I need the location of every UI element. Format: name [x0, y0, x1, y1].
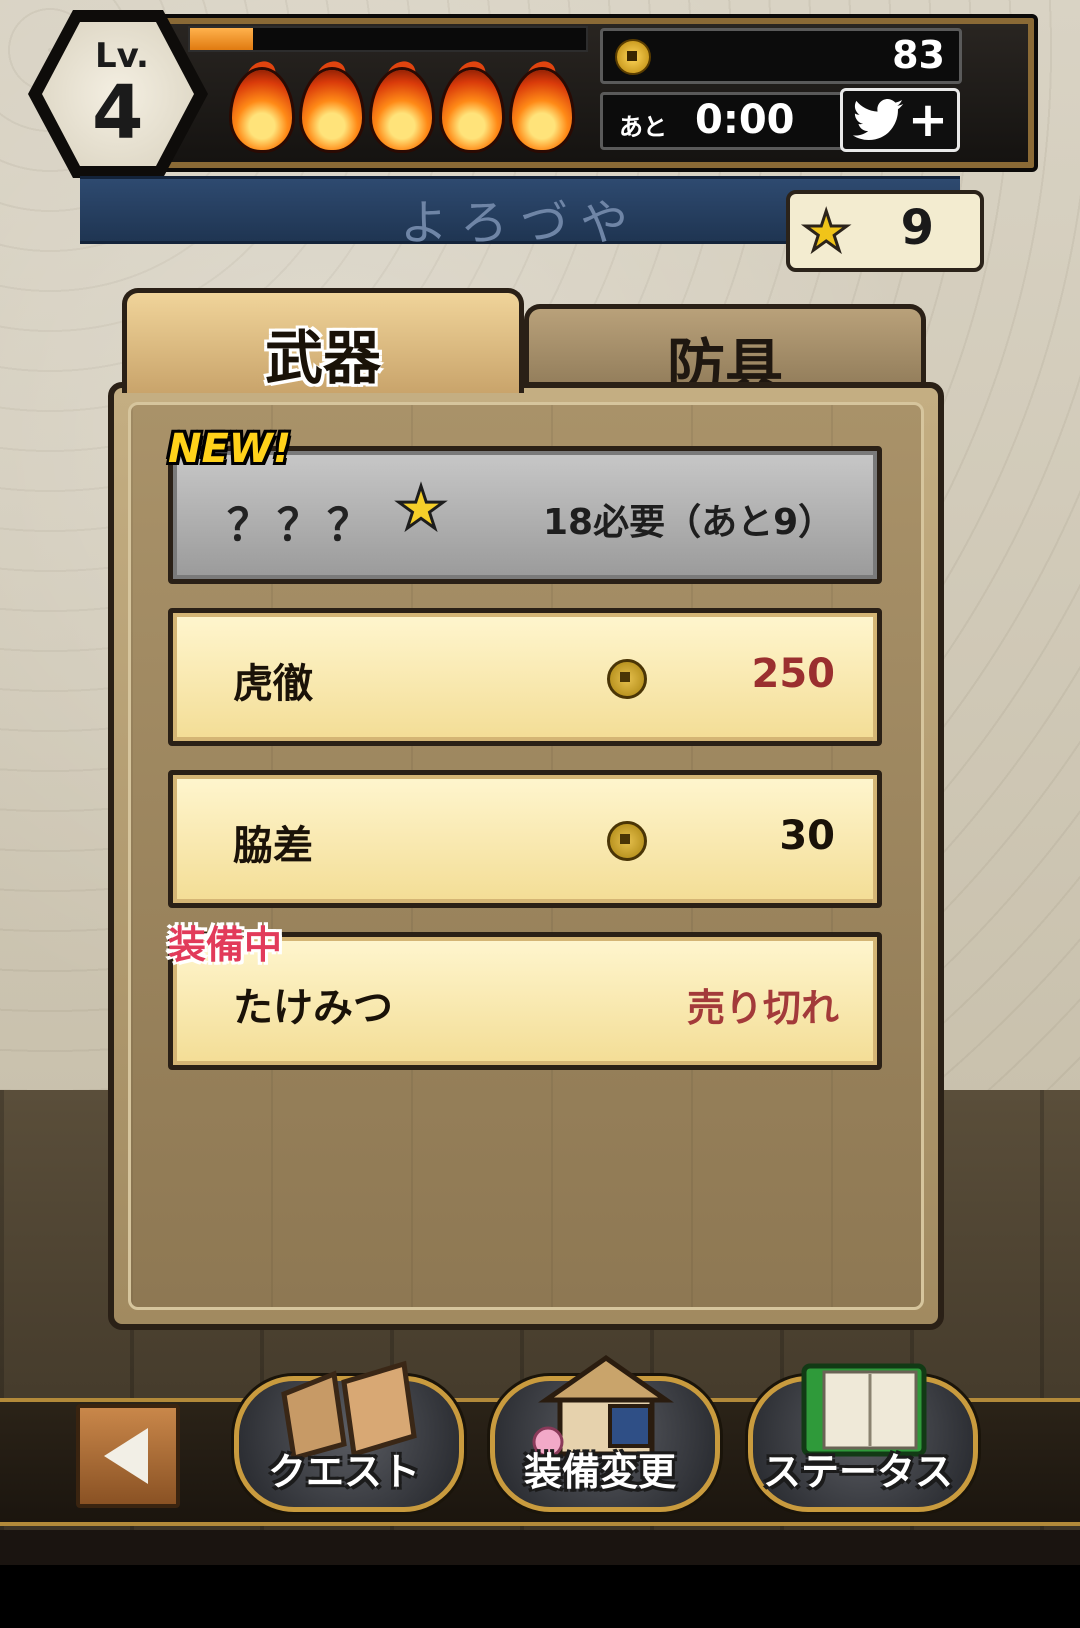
timer-prefix: あと: [619, 113, 667, 141]
stamina-flame-icon: [230, 55, 294, 152]
tab-weapons-label: 武器: [264, 324, 381, 392]
stamina-flame-icon: [370, 55, 434, 152]
tab-armor[interactable]: 防具: [524, 304, 926, 400]
shop-item-wakizashi[interactable]: 脇差 30: [168, 770, 882, 908]
level-value: 4: [92, 70, 144, 156]
sold-out-label: 売り切れ: [686, 986, 839, 1030]
item-price: 30: [779, 813, 835, 859]
change-equipment-button[interactable]: 装備変更: [482, 1350, 720, 1512]
item-name: ？？？: [227, 500, 377, 551]
stamina-flame-icon: [510, 55, 574, 152]
stamina-flames: [230, 55, 574, 152]
twitter-bird-icon: [852, 99, 904, 140]
new-badge: NEW!: [168, 426, 292, 472]
stamina-timer: あと 0:00: [600, 92, 846, 150]
equipped-badge: 装備中: [168, 923, 283, 967]
quest-button-label: クエスト: [267, 1450, 420, 1494]
star-icon: ★: [800, 199, 851, 265]
coin-icon: [615, 39, 651, 75]
coin-icon: [607, 821, 647, 861]
stamina-flame-icon: [300, 55, 364, 152]
stamina-flame-icon: [440, 55, 504, 152]
item-name: 脇差: [233, 823, 313, 869]
star-icon: ★: [394, 474, 449, 542]
shop-item-kotetsu[interactable]: 虎徹 250: [168, 608, 882, 746]
coin-icon: [607, 659, 647, 699]
bottom-black-bar: [0, 1565, 1080, 1628]
star-counter: ★ 9: [786, 190, 984, 272]
star-count-value: 9: [900, 200, 934, 256]
change-equipment-button-label: 装備変更: [523, 1450, 676, 1494]
coin-value: 83: [892, 33, 945, 77]
status-button[interactable]: ステータス: [740, 1350, 978, 1512]
twitter-share-button[interactable]: +: [840, 88, 960, 152]
timer-value: 0:00: [695, 97, 795, 143]
experience-bar-fill: [190, 28, 254, 50]
back-button[interactable]: [76, 1404, 180, 1508]
experience-bar: [188, 26, 588, 52]
item-name: 虎徹: [233, 661, 313, 707]
status-button-label: ステータス: [762, 1450, 953, 1494]
quest-button[interactable]: クエスト: [226, 1350, 464, 1512]
star-requirement: 18必要（あと9）: [543, 502, 835, 543]
tab-weapons[interactable]: 武器: [122, 288, 524, 393]
coin-counter: 83: [600, 28, 962, 84]
item-price: 250: [751, 651, 836, 697]
back-arrow-icon: [104, 1428, 148, 1484]
twitter-plus-icon: +: [907, 92, 949, 148]
item-name: たけみつ: [233, 985, 393, 1031]
